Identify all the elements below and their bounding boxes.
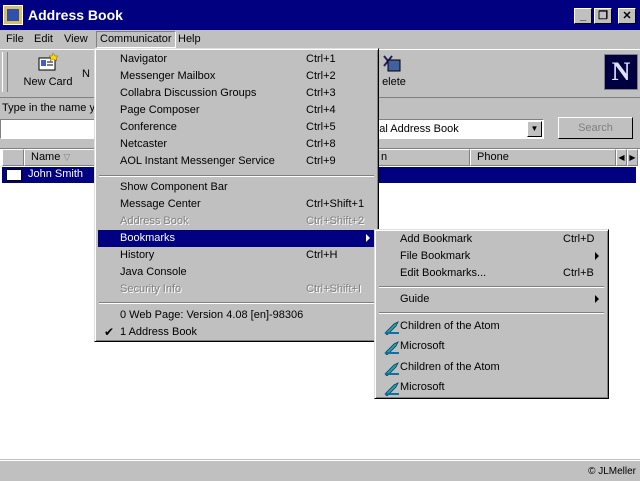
address-book-app-icon[interactable]	[3, 5, 23, 25]
bookmark-item[interactable]: Children of the Atom	[378, 318, 605, 335]
menu-file[interactable]: File	[3, 32, 27, 47]
card-icon	[6, 169, 22, 181]
checkmark-icon: ✔	[104, 325, 115, 339]
chevron-down-icon[interactable]: ▼	[527, 121, 542, 137]
directory-select-value: onal Address Book	[367, 123, 459, 135]
column-header-name-label: Name	[31, 151, 61, 163]
status-bar	[0, 460, 640, 481]
menu-item-edit-bookmarks[interactable]: Edit Bookmarks... Ctrl+B	[378, 265, 605, 282]
bookmark-item[interactable]: Microsoft	[378, 338, 605, 355]
close-button[interactable]: ✕	[618, 8, 636, 24]
menu-item-show-component-bar[interactable]: Show Component Bar	[98, 179, 375, 196]
column-header-middle[interactable]: n	[374, 149, 470, 166]
menu-item-security-info: Security Info Ctrl+Shift+I	[120, 283, 362, 295]
sort-indicator-icon: ▽	[63, 152, 71, 162]
minimize-button[interactable]: _	[574, 8, 592, 24]
menu-item-web-page-window[interactable]: 0 Web Page: Version 4.08 [en]-98306	[98, 307, 375, 324]
menu-view[interactable]: View	[61, 32, 91, 47]
menu-separator	[379, 312, 604, 314]
menu-separator	[379, 286, 604, 288]
menu-item-netcaster[interactable]: Netcaster Ctrl+8	[98, 136, 375, 153]
menu-communicator[interactable]: Communicator	[96, 31, 176, 48]
new-card-button[interactable]: New Card	[20, 52, 76, 88]
bookmark-item[interactable]: Children of the Atom	[378, 359, 605, 376]
communicator-menu: Navigator Ctrl+1 Messenger Mailbox Ctrl+2 …	[94, 48, 379, 342]
bookmark-icon	[384, 321, 399, 335]
column-header-phone[interactable]: Phone	[470, 149, 616, 166]
column-header-type[interactable]	[2, 149, 24, 166]
submenu-arrow-icon	[366, 234, 370, 242]
column-header-phone-label: Phone	[477, 151, 509, 163]
new-card-icon	[38, 52, 59, 71]
delete-button[interactable]: elete	[379, 52, 409, 88]
column-header-name[interactable]: Name ▽	[24, 149, 96, 166]
menu-item-bookmarks[interactable]: Bookmarks	[98, 230, 375, 247]
menu-item-message-center[interactable]: Message Center Ctrl+Shift+1	[98, 196, 375, 213]
window-title: Address Book	[28, 7, 123, 23]
menu-item-java-console[interactable]: Java Console	[98, 264, 375, 281]
menu-item-navigator[interactable]: Navigator Ctrl+1	[98, 51, 375, 68]
search-button[interactable]: Search	[558, 117, 633, 139]
delete-icon	[383, 55, 401, 72]
submenu-arrow-icon	[595, 295, 599, 303]
scroll-right-icon[interactable]: ▶	[627, 149, 638, 166]
submenu-arrow-icon	[595, 252, 599, 260]
row-name: John Smith	[28, 168, 84, 180]
menu-item-history[interactable]: History Ctrl+H	[98, 247, 375, 264]
status-credit: © JLMeller	[588, 466, 636, 477]
scroll-left-icon[interactable]: ◀	[616, 149, 627, 166]
menu-item-page-composer[interactable]: Page Composer Ctrl+4	[98, 102, 375, 119]
netscape-logo-icon[interactable]: N	[604, 54, 638, 90]
bookmarks-submenu: Add Bookmark Ctrl+D File Bookmark Edit Bo…	[374, 229, 609, 399]
menu-item-file-bookmark[interactable]: File Bookmark	[378, 248, 605, 265]
bookmark-icon	[384, 382, 399, 396]
menu-item-conference[interactable]: Conference Ctrl+5	[98, 119, 375, 136]
menu-item-address-book-window[interactable]: ✔ 1 Address Book	[98, 324, 375, 341]
search-input[interactable]	[0, 119, 100, 139]
column-header-middle-label: n	[381, 151, 388, 163]
menu-separator	[99, 175, 374, 177]
bookmark-icon	[384, 341, 399, 355]
menu-item-add-bookmark[interactable]: Add Bookmark Ctrl+D	[378, 231, 605, 248]
menu-item-aol-instant-messenger[interactable]: AOL Instant Messenger Service Ctrl+9	[98, 153, 375, 170]
toolbar-grip[interactable]	[2, 52, 8, 92]
menu-item-guide[interactable]: Guide	[378, 291, 605, 308]
menu-help[interactable]: Help	[175, 32, 204, 47]
menu-item-messenger-mailbox[interactable]: Messenger Mailbox Ctrl+2	[98, 68, 375, 85]
menu-edit[interactable]: Edit	[31, 32, 56, 47]
new-card-label: New Card	[23, 76, 73, 88]
bookmark-icon	[384, 362, 399, 376]
search-instructions: Type in the name yo	[2, 102, 102, 114]
menu-separator	[99, 302, 374, 304]
maximize-button[interactable]: ❐	[594, 8, 612, 24]
menu-item-address-book: Address Book Ctrl+Shift+2	[120, 215, 365, 227]
delete-label: elete	[382, 76, 406, 88]
new-list-label: N	[82, 68, 90, 80]
directory-select[interactable]: onal Address Book ▼	[362, 119, 544, 139]
menu-item-collabra[interactable]: Collabra Discussion Groups Ctrl+3	[98, 85, 375, 102]
bookmark-item[interactable]: Microsoft	[378, 379, 605, 396]
